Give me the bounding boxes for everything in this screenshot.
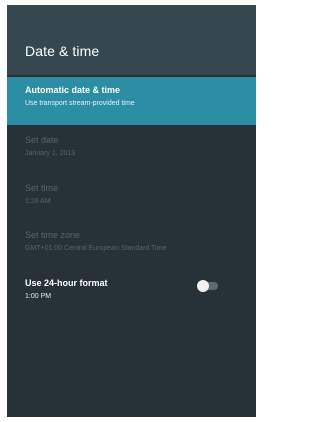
setting-title: Automatic date & time <box>25 85 121 95</box>
setting-title: Set time <box>25 183 59 193</box>
page-title: Date & time <box>25 43 100 59</box>
setting-subtitle: 1:28 AM <box>25 198 51 205</box>
toggle-thumb <box>197 280 209 292</box>
setting-set-time: Set time 1:28 AM <box>7 175 256 223</box>
setting-set-date: Set date January 1, 2013 <box>7 127 256 175</box>
setting-title: Set time zone <box>25 230 81 240</box>
setting-subtitle: GMT+01:00 Central European Standard Time <box>25 245 167 252</box>
setting-subtitle: January 1, 2013 <box>25 150 76 157</box>
setting-subtitle: Use transport stream-provided time <box>25 100 135 107</box>
setting-automatic-date-time[interactable]: Automatic date & time Use transport stre… <box>7 77 256 125</box>
setting-title: Set date <box>25 135 59 145</box>
setting-title: Use 24-hour format <box>25 278 108 288</box>
setting-subtitle: 1:00 PM <box>25 293 52 300</box>
setting-set-time-zone: Set time zone GMT+01:00 Central European… <box>7 222 256 270</box>
setting-use-24-hour-format[interactable]: Use 24-hour format 1:00 PM <box>7 270 256 318</box>
24-hour-format-toggle[interactable] <box>197 280 219 292</box>
settings-screen: Date & time Automatic date & time Use tr… <box>7 5 256 417</box>
header: Date & time <box>7 5 256 75</box>
